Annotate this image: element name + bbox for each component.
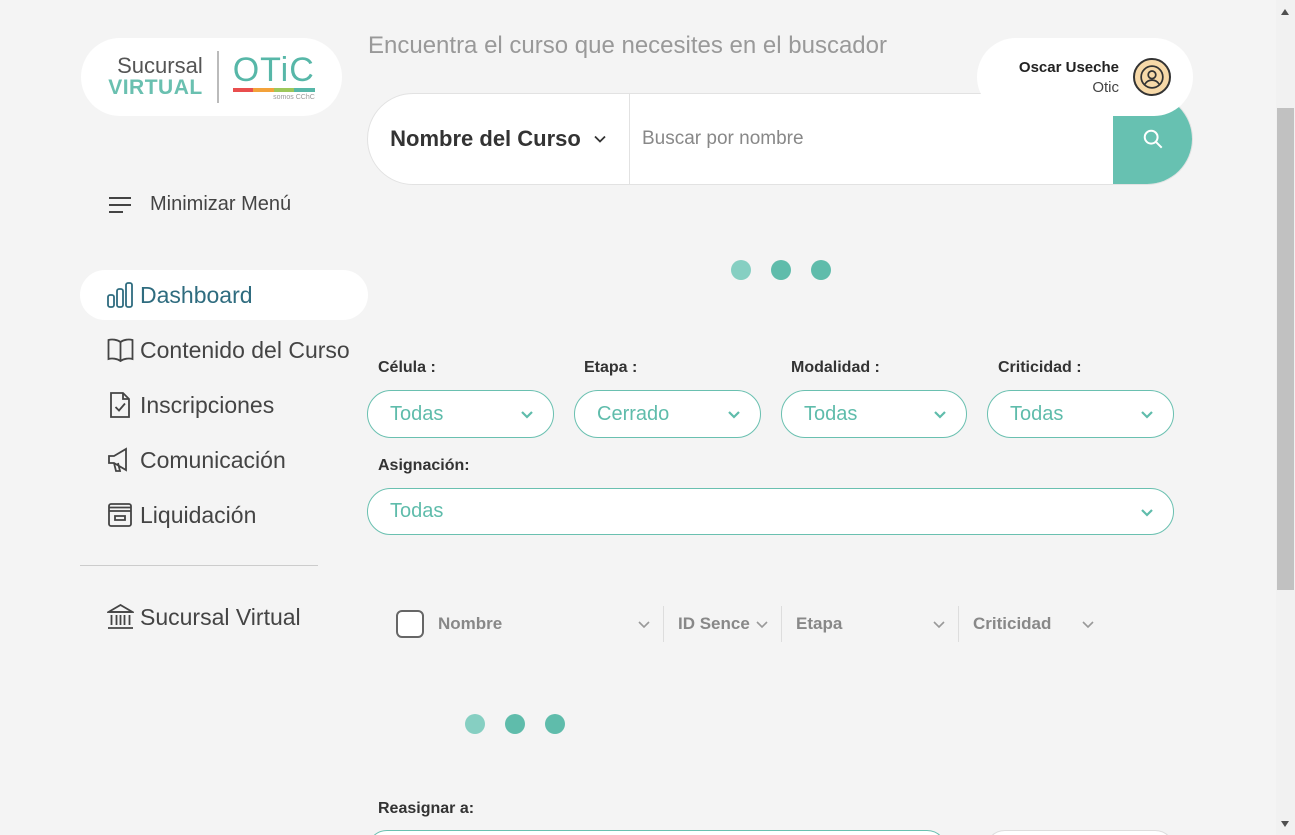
- select-value: Todas: [1010, 402, 1064, 425]
- otic-brand: OTiC somos CChC: [219, 50, 315, 101]
- hamburger-icon: [109, 196, 131, 213]
- chevron-down-icon: [638, 621, 650, 629]
- scroll-up-arrow-icon[interactable]: [1278, 5, 1292, 19]
- sidebar-item-label: Inscripciones: [140, 391, 275, 418]
- sidebar-item-label: Dashboard: [140, 281, 253, 308]
- asignacion-select[interactable]: Todas: [367, 488, 1174, 535]
- chevron-down-icon: [933, 621, 945, 629]
- select-value: Cerrado: [597, 402, 670, 425]
- loading-dot: [731, 260, 751, 280]
- document-check-icon: [110, 392, 130, 418]
- column-header-id-sence[interactable]: ID Sence: [664, 606, 781, 642]
- logo-line2: VIRTUAL: [108, 76, 203, 99]
- search-type-dropdown[interactable]: Nombre del Curso: [368, 94, 630, 184]
- reasignar-button[interactable]: [985, 830, 1175, 835]
- sidebar-item-inscripciones[interactable]: Inscripciones: [80, 380, 368, 430]
- bar-chart-icon: [107, 282, 133, 308]
- user-name: Oscar Useche: [1018, 58, 1119, 76]
- bank-icon: [107, 604, 134, 629]
- reasignar-label: Reasignar a:: [378, 800, 475, 817]
- megaphone-icon: [108, 447, 127, 472]
- select-value: Todas: [804, 402, 858, 425]
- sidebar-divider: [80, 565, 318, 566]
- filter-label-asignacion: Asignación:: [378, 457, 470, 474]
- sidebar-item-dashboard[interactable]: Dashboard: [80, 270, 368, 320]
- minimize-menu-label: Minimizar Menú: [150, 193, 292, 215]
- chevron-down-icon: [756, 621, 768, 629]
- filter-label-etapa: Etapa :: [584, 359, 638, 376]
- loading-dot: [545, 714, 565, 734]
- sidebar-item-label: Comunicación: [140, 446, 286, 473]
- book-icon: [107, 338, 134, 363]
- select-value: Todas: [390, 402, 444, 425]
- user-menu[interactable]: Oscar Useche Otic: [977, 38, 1193, 116]
- sidebar-item-label: Contenido del Curso: [140, 336, 350, 363]
- sidebar-item-label: Liquidación: [140, 501, 257, 528]
- column-header-label: ID Sence: [678, 614, 750, 633]
- brand-name: OTiC: [232, 50, 315, 89]
- sidebar-item-comunicacion[interactable]: Comunicación: [80, 435, 368, 485]
- sidebar-item-sucursal-virtual[interactable]: Sucursal Virtual: [80, 592, 368, 642]
- celula-select[interactable]: Todas: [367, 390, 554, 438]
- filter-label-modalidad: Modalidad :: [791, 359, 880, 376]
- chevron-down-icon: [1141, 508, 1153, 517]
- modalidad-select[interactable]: Todas: [781, 390, 967, 438]
- logo-text: Sucursal VIRTUAL: [108, 51, 219, 103]
- column-header-label: Criticidad: [973, 614, 1052, 633]
- column-header-label: Etapa: [796, 614, 843, 633]
- minimize-menu-button[interactable]: Minimizar Menú: [108, 193, 291, 216]
- filter-label-celula: Célula :: [378, 359, 436, 376]
- loading-dot: [771, 260, 791, 280]
- reasignar-select[interactable]: [367, 830, 947, 835]
- sidebar-item-liquidacion[interactable]: Liquidación: [80, 490, 368, 540]
- user-org: Otic: [1092, 78, 1119, 96]
- loading-dot: [811, 260, 831, 280]
- etapa-select[interactable]: Cerrado: [574, 390, 761, 438]
- user-info: Oscar Useche Otic: [1019, 59, 1119, 96]
- loading-dot: [505, 714, 525, 734]
- scroll-down-arrow-icon[interactable]: [1278, 817, 1292, 831]
- select-value: Todas: [390, 500, 444, 522]
- column-header-label: Nombre: [438, 614, 503, 633]
- chevron-down-icon: [1082, 621, 1094, 629]
- chevron-down-icon: [594, 135, 606, 143]
- column-header-nombre[interactable]: Nombre: [424, 606, 663, 642]
- column-header-etapa[interactable]: Etapa: [782, 606, 958, 642]
- logo[interactable]: Sucursal VIRTUAL OTiC somos CChC: [81, 38, 342, 116]
- page-scrollbar-thumb[interactable]: [1277, 108, 1294, 590]
- chevron-down-icon: [1141, 411, 1153, 419]
- table-header: Nombre ID Sence Etapa Criticidad: [396, 604, 1107, 644]
- select-all-checkbox[interactable]: [396, 610, 424, 638]
- chevron-down-icon: [934, 411, 946, 419]
- chevron-down-icon: [728, 411, 740, 419]
- sidebar-item-label: Sucursal Virtual: [140, 603, 301, 630]
- chevron-down-icon: [521, 411, 533, 419]
- table-loading-indicator: [465, 714, 565, 734]
- loading-dot: [465, 714, 485, 734]
- loading-indicator: [731, 260, 831, 280]
- user-circle-icon[interactable]: [1133, 58, 1171, 96]
- search-type-label: Nombre del Curso: [390, 126, 581, 151]
- column-header-criticidad[interactable]: Criticidad: [959, 606, 1107, 642]
- brand-color-bar: [232, 87, 315, 92]
- logo-line1: Sucursal: [117, 53, 203, 78]
- archive-icon: [108, 503, 132, 527]
- criticidad-select[interactable]: Todas: [987, 390, 1174, 438]
- filter-label-criticidad: Criticidad :: [998, 359, 1082, 376]
- page-title: Encuentra el curso que necesites en el b…: [368, 32, 887, 59]
- brand-tagline: somos CChC: [273, 93, 315, 101]
- sidebar-item-contenido[interactable]: Contenido del Curso: [80, 325, 368, 375]
- search-icon: [1143, 129, 1162, 149]
